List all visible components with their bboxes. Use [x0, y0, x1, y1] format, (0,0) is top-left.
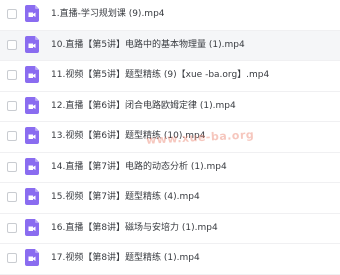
video-file-icon [25, 157, 39, 175]
file-list: 1.直播-学习规划课 (9).mp4 10.直播【第5讲】电路中的基本物理量 (1… [0, 0, 340, 275]
row-checkbox[interactable] [7, 131, 17, 141]
video-file-icon [25, 218, 39, 236]
file-name: 16.直播【第8讲】磁场与安培力 (1).mp4 [51, 222, 218, 233]
row-checkbox[interactable] [7, 70, 17, 80]
file-row[interactable]: 13.视频【第6讲】题型精练 (10).mp4 [0, 122, 340, 153]
file-name: 17.视频【第8讲】题型精练 (1).mp4 [51, 253, 200, 263]
file-row[interactable]: 1.直播-学习规划课 (9).mp4 [0, 0, 340, 31]
file-row[interactable]: 12.直播【第6讲】闭合电路欧姆定律 (1).mp4 [0, 92, 340, 122]
file-name: 15.视频【第7讲】题型精练 (4).mp4 [51, 192, 200, 202]
video-file-icon [25, 127, 39, 144]
row-checkbox[interactable] [7, 39, 17, 50]
video-file-icon [25, 35, 39, 53]
row-checkbox[interactable] [7, 161, 17, 172]
row-checkbox[interactable] [7, 100, 17, 111]
video-file-icon [25, 66, 39, 83]
row-checkbox[interactable] [7, 253, 17, 263]
file-name: 11.视频【第5讲】题型精练 (9)【xue -ba.org】.mp4 [51, 70, 270, 80]
file-name: 1.直播-学习规划课 (9).mp4 [51, 9, 165, 19]
file-name: 13.视频【第6讲】题型精练 (10).mp4 [51, 131, 206, 141]
file-row[interactable]: 15.视频【第7讲】题型精练 (4).mp4 [0, 183, 340, 214]
row-checkbox[interactable] [7, 9, 17, 19]
file-row[interactable]: 10.直播【第5讲】电路中的基本物理量 (1).mp4 [0, 30, 340, 61]
file-name: 12.直播【第6讲】闭合电路欧姆定律 (1).mp4 [51, 100, 236, 111]
row-checkbox[interactable] [7, 192, 17, 202]
video-file-icon [25, 188, 39, 205]
file-row[interactable]: 16.直播【第8讲】磁场与安培力 (1).mp4 [0, 214, 340, 244]
file-row[interactable]: 14.直播【第7讲】电路的动态分析 (1).mp4 [0, 153, 340, 183]
video-file-icon [25, 96, 39, 114]
file-name: 14.直播【第7讲】电路的动态分析 (1).mp4 [51, 161, 227, 172]
file-name: 10.直播【第5讲】电路中的基本物理量 (1).mp4 [51, 39, 245, 50]
row-checkbox[interactable] [7, 222, 17, 233]
file-row[interactable]: 11.视频【第5讲】题型精练 (9)【xue -ba.org】.mp4 [0, 61, 340, 92]
video-file-icon [25, 5, 39, 22]
file-row[interactable]: 17.视频【第8讲】题型精练 (1).mp4 [0, 244, 340, 275]
